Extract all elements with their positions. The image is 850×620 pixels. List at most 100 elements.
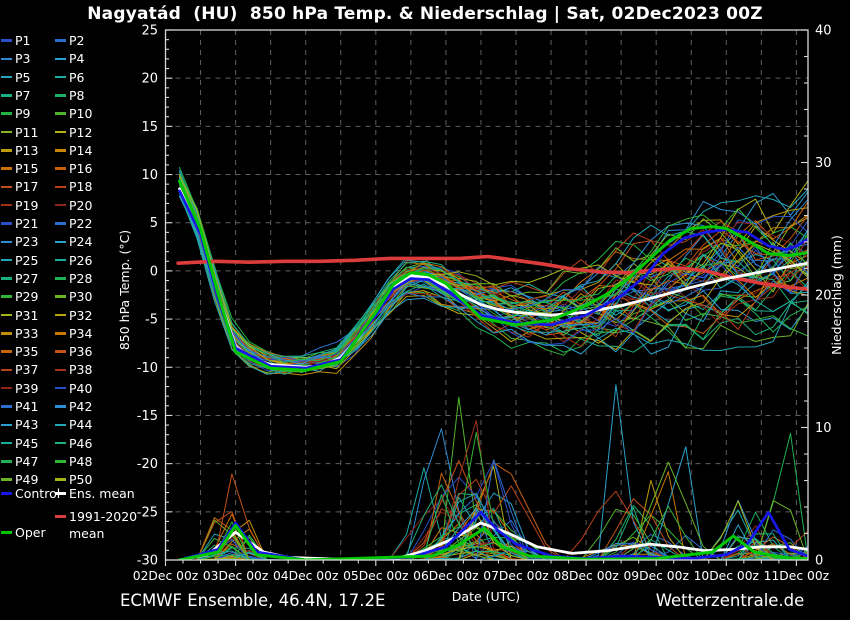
- legend-item-p39-label: P39: [15, 381, 38, 396]
- legend-item-p37: P37: [1, 362, 38, 378]
- svg-text:09Dec 00z: 09Dec 00z: [623, 569, 688, 583]
- legend-item-p14-swatch: [55, 149, 66, 152]
- legend-item-p19: P19: [1, 198, 38, 214]
- svg-text:03Dec 00z: 03Dec 00z: [203, 569, 268, 583]
- legend-item-p36-label: P36: [69, 344, 92, 359]
- legend-item-p27-label: P27: [15, 271, 38, 286]
- axes-spines: [166, 30, 809, 560]
- legend-item-p8-swatch: [55, 94, 66, 97]
- legend-item-p33: P33: [1, 326, 38, 342]
- legend-item-p42-label: P42: [69, 399, 92, 414]
- temp-member-line: [180, 191, 809, 365]
- svg-text:02Dec 00z: 02Dec 00z: [133, 569, 198, 583]
- temp-member-line: [180, 189, 809, 364]
- legend-item-p20: P20: [55, 198, 92, 214]
- legend-item-p35-swatch: [1, 350, 12, 353]
- legend-item-p6-label: P6: [69, 70, 85, 85]
- legend-item-p3: P3: [1, 51, 31, 67]
- legend-item-p22-label: P22: [69, 216, 92, 231]
- temp-member-line: [180, 187, 809, 367]
- legend-item-p40: P40: [55, 381, 92, 397]
- ensemble-lines: [178, 167, 808, 560]
- legend-item-oper-label: Oper: [15, 525, 46, 540]
- legend-item-climate-mean-swatch: [55, 515, 66, 518]
- legend-item-p22: P22: [55, 216, 92, 232]
- legend-item-p11-label: P11: [15, 125, 38, 140]
- legend-item-p12: P12: [55, 125, 92, 141]
- legend-item-p41: P41: [1, 399, 38, 415]
- legend-item-p4-label: P4: [69, 51, 85, 66]
- legend-item-oper-swatch: [1, 531, 12, 534]
- legend-item-p13: P13: [1, 143, 38, 159]
- temp-member-line: [180, 185, 809, 369]
- legend-item-p7-label: P7: [15, 88, 31, 103]
- legend-item-p31-label: P31: [15, 308, 38, 323]
- legend-item-p9-label: P9: [15, 106, 31, 121]
- legend-item-p27-swatch: [1, 277, 12, 280]
- legend-item-p8-label: P8: [69, 88, 85, 103]
- legend-item-p12-label: P12: [69, 125, 92, 140]
- legend-item-p14: P14: [55, 143, 92, 159]
- legend-item-p5-label: P5: [15, 70, 31, 85]
- legend-item-p33-label: P33: [15, 326, 38, 341]
- legend-item-p31: P31: [1, 308, 38, 324]
- legend-item-p1-label: P1: [15, 33, 31, 48]
- legend-item-p39: P39: [1, 381, 38, 397]
- legend-item-p48: P48: [55, 454, 92, 470]
- legend-item-p5: P5: [1, 70, 31, 86]
- legend-item-p47: P47: [1, 454, 38, 470]
- legend-item-p17: P17: [1, 179, 38, 195]
- legend-item-p30-label: P30: [69, 289, 92, 304]
- legend-item-p4-swatch: [55, 58, 66, 61]
- legend-item-p40-swatch: [55, 387, 66, 390]
- legend-item-p28-swatch: [55, 277, 66, 280]
- legend-item-p10: P10: [55, 106, 92, 122]
- legend-item-p10-swatch: [55, 112, 66, 115]
- legend-item-p30-swatch: [55, 295, 66, 298]
- legend-item-p20-swatch: [55, 204, 66, 207]
- legend-item-p42-swatch: [55, 405, 66, 408]
- legend-item-p46-swatch: [55, 442, 66, 445]
- svg-text:07Dec 00z: 07Dec 00z: [483, 569, 548, 583]
- legend-item-p11-swatch: [1, 131, 12, 134]
- legend-item-p26-swatch: [55, 259, 66, 262]
- legend-item-p23: P23: [1, 234, 38, 250]
- legend-item-p47-label: P47: [15, 454, 38, 469]
- legend-item-p15: P15: [1, 161, 38, 177]
- legend-item-p30: P30: [55, 289, 92, 305]
- precip-member-line: [180, 433, 809, 560]
- legend-item-ens-mean-swatch: [55, 492, 66, 495]
- legend-item-p29-label: P29: [15, 289, 38, 304]
- svg-text:06Dec 00z: 06Dec 00z: [413, 569, 478, 583]
- legend-item-p23-swatch: [1, 241, 12, 244]
- legend-item-p25-swatch: [1, 259, 12, 262]
- legend-item-p12-swatch: [55, 131, 66, 134]
- legend-item-p9: P9: [1, 106, 31, 122]
- legend-item-p35-label: P35: [15, 344, 38, 359]
- legend-item-p28-label: P28: [69, 271, 92, 286]
- legend-item-climate-mean-label: 1991-2020: [69, 509, 137, 524]
- legend-item-p33-swatch: [1, 332, 12, 335]
- legend-item-p50-swatch: [55, 478, 66, 481]
- legend-item-p46-label: P46: [69, 436, 92, 451]
- legend-item-p40-label: P40: [69, 381, 92, 396]
- legend-item-oper: Oper: [1, 525, 46, 541]
- svg-text:04Dec 00z: 04Dec 00z: [273, 569, 338, 583]
- legend-item-p41-label: P41: [15, 399, 38, 414]
- svg-text:08Dec 00z: 08Dec 00z: [553, 569, 618, 583]
- legend-item-p3-swatch: [1, 58, 12, 61]
- legend-item-p34: P34: [55, 326, 92, 342]
- legend-item-p23-label: P23: [15, 234, 38, 249]
- legend-item-p8: P8: [55, 88, 85, 104]
- legend-item-p22-swatch: [55, 222, 66, 225]
- legend-item-p48-swatch: [55, 460, 66, 463]
- legend-item-p28: P28: [55, 271, 92, 287]
- svg-text:30: 30: [815, 156, 832, 171]
- legend-item-p46: P46: [55, 436, 92, 452]
- legend-item-p9-swatch: [1, 112, 12, 115]
- legend-item-p45-label: P45: [15, 436, 38, 451]
- legend-item-p45: P45: [1, 436, 38, 452]
- ens-mean-temp-line: [180, 189, 809, 367]
- legend-item-p15-label: P15: [15, 161, 38, 176]
- legend-item-p43-swatch: [1, 424, 12, 427]
